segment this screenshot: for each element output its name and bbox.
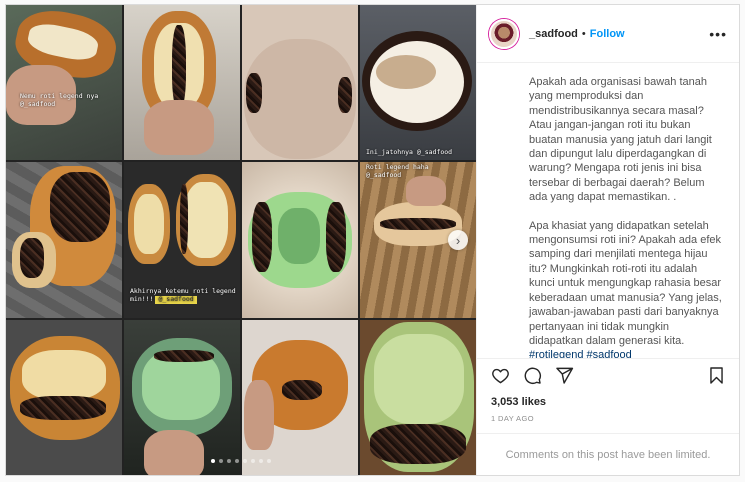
collage-photo-5 xyxy=(6,162,122,318)
chocolate-sprinkles xyxy=(172,25,186,109)
story-caption: Roti legend haha @_sadfood xyxy=(366,163,429,180)
chevron-right-icon: › xyxy=(455,232,461,248)
share-icon xyxy=(555,367,573,384)
carousel-dot xyxy=(243,459,247,463)
story-caption: Nemu roti legend nya @_sadfood xyxy=(20,92,99,109)
heart-icon xyxy=(491,368,509,384)
bookmark-icon xyxy=(709,367,723,384)
more-options-icon[interactable]: ••• xyxy=(709,26,727,42)
post-media[interactable]: Nemu roti legend nya @_sadfood Ini_jatoh… xyxy=(6,5,476,475)
story-caption: Ini_jatohnya @_sadfood xyxy=(366,148,453,157)
username-link[interactable]: _sadfood xyxy=(529,28,578,40)
like-button[interactable] xyxy=(489,365,511,387)
chocolate-sprinkles xyxy=(370,423,466,464)
post-date[interactable]: 1 DAY AGO xyxy=(477,408,739,433)
chocolate-sprinkles xyxy=(20,395,106,420)
header-separator: • xyxy=(581,27,586,40)
photo-collage: Nemu roti legend nya @_sadfood Ini_jatoh… xyxy=(6,5,476,475)
post-header: _sadfood • Follow ••• xyxy=(477,5,739,63)
chocolate-sprinkles xyxy=(282,379,322,400)
follow-button[interactable]: Follow xyxy=(590,28,625,40)
carousel-dot xyxy=(235,459,239,463)
collage-photo-11 xyxy=(242,319,358,475)
instagram-post: Nemu roti legend nya @_sadfood Ini_jatoh… xyxy=(5,4,740,476)
likes-count[interactable]: 3,053 likes xyxy=(477,392,739,408)
filling-shape xyxy=(184,182,228,259)
hand-shape xyxy=(406,176,446,207)
hand-shape xyxy=(244,379,274,450)
carousel-dot xyxy=(259,459,263,463)
hand-shape xyxy=(144,100,214,155)
story-caption-text: Nemu roti legend nya xyxy=(20,92,99,100)
collage-photo-12 xyxy=(360,319,476,475)
story-caption-handle: @_sadfood xyxy=(20,99,56,108)
chocolate-sprinkles xyxy=(380,218,456,231)
share-button[interactable] xyxy=(553,365,575,387)
chocolate-sprinkles xyxy=(326,202,346,273)
story-caption-text: Ini_jatohnya @_sadfood xyxy=(366,148,453,156)
green-butter-shape xyxy=(374,333,464,424)
carousel-dot xyxy=(227,459,231,463)
bread-crust xyxy=(376,55,436,89)
hashtag-links[interactable]: #rotilegend #sadfood xyxy=(529,349,632,358)
comment-button[interactable] xyxy=(521,365,543,387)
avatar[interactable] xyxy=(489,18,519,49)
carousel-dot xyxy=(211,459,215,463)
carousel-next-button[interactable]: › xyxy=(448,230,468,250)
chocolate-sprinkles xyxy=(50,172,110,243)
caption-paragraph: Apa khasiat yang didapatkan setelah meng… xyxy=(529,219,723,358)
green-butter-shape xyxy=(278,208,320,265)
story-caption: Akhirnya ketemu roti legend min!!! @_sadf… xyxy=(130,287,240,304)
chocolate-sprinkles xyxy=(180,184,188,255)
collage-photo-4: Ini_jatohnya @_sadfood xyxy=(360,5,476,161)
chocolate-sprinkles xyxy=(246,73,262,113)
comment-icon xyxy=(524,367,541,385)
filling-shape xyxy=(134,194,164,255)
caption-paragraph: Apakah ada organisasi bawah tanah yang m… xyxy=(529,76,712,204)
hand-shape xyxy=(144,429,204,475)
collage-photo-9 xyxy=(6,319,122,475)
carousel-dot xyxy=(251,459,255,463)
caption-text: Apa khasiat yang didapatkan setelah meng… xyxy=(529,219,722,347)
collage-photo-3 xyxy=(242,5,358,161)
collage-photo-2 xyxy=(124,5,240,161)
post-actions xyxy=(477,358,739,392)
caption-area: Apakah ada organisasi bawah tanah yang m… xyxy=(477,63,739,358)
chocolate-sprinkles xyxy=(252,202,272,273)
collage-photo-7 xyxy=(242,162,358,318)
post-side-panel: _sadfood • Follow ••• Apakah ada organis… xyxy=(476,5,739,475)
save-button[interactable] xyxy=(705,365,727,387)
story-caption-handle: @_sadfood xyxy=(155,295,197,304)
collage-photo-6: Akhirnya ketemu roti legend min!!! @_sadf… xyxy=(124,162,240,318)
story-caption-handle: @_sadfood xyxy=(366,171,402,180)
filling-shape xyxy=(22,349,106,400)
collage-photo-10 xyxy=(124,319,240,475)
chocolate-sprinkles xyxy=(154,349,214,362)
carousel-dot xyxy=(267,459,271,463)
comments-limited-notice: Comments on this post have been limited. xyxy=(477,433,739,475)
carousel-indicator xyxy=(6,459,476,463)
chocolate-sprinkles xyxy=(20,238,44,279)
chocolate-sprinkles xyxy=(338,77,352,113)
carousel-dot xyxy=(219,459,223,463)
collage-photo-1: Nemu roti legend nya @_sadfood xyxy=(6,5,122,161)
